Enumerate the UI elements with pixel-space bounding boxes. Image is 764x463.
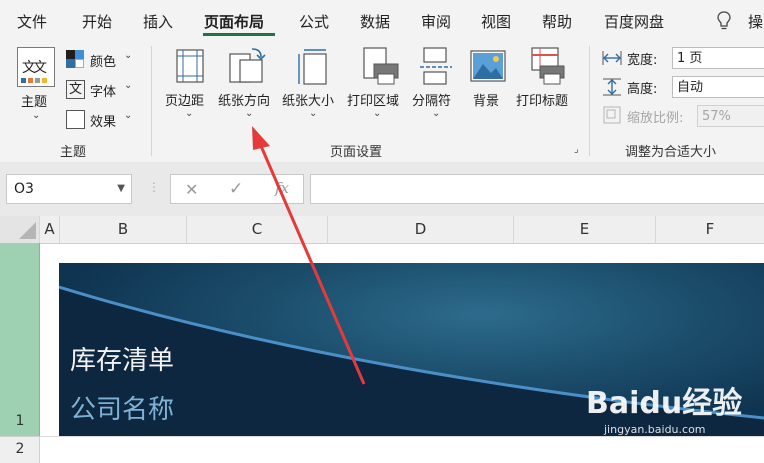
formula-buttons: ✕ ✓ fx [170, 174, 304, 204]
column-header-d[interactable]: D [328, 216, 514, 243]
orientation-icon[interactable] [228, 46, 268, 86]
orientation-chevron-down-icon[interactable]: ⌄ [245, 108, 253, 119]
tab-help[interactable]: 帮助 [542, 11, 572, 32]
fonts-icon[interactable]: 文 [66, 80, 85, 99]
name-box[interactable]: O3 ▼ [6, 174, 132, 204]
breaks-chevron-down-icon[interactable]: ⌄ [432, 108, 440, 119]
formula-bar: O3 ▼ ⋮ ✕ ✓ fx [0, 162, 764, 216]
fonts-button[interactable]: 字体 [90, 81, 116, 100]
tab-formulas[interactable]: 公式 [299, 11, 329, 32]
tab-home[interactable]: 开始 [82, 11, 112, 32]
colors-button[interactable]: 颜色 [90, 51, 116, 70]
height-label: 高度: [627, 82, 658, 97]
scale-input[interactable]: 57% [697, 105, 764, 127]
column-header-e[interactable]: E [514, 216, 656, 243]
background-icon[interactable] [470, 50, 506, 82]
margins-icon[interactable] [175, 48, 205, 84]
cancel-icon[interactable]: ✕ [185, 180, 198, 199]
width-arrows-icon [602, 51, 622, 65]
column-header-b[interactable]: B [60, 216, 187, 243]
formula-input[interactable] [310, 174, 764, 204]
paper-size-chevron-down-icon[interactable]: ⌄ [309, 108, 317, 119]
column-headers: A B C D E F [0, 216, 764, 244]
fonts-chevron-down-icon[interactable]: ⌄ [124, 80, 132, 91]
column-header-a[interactable]: A [40, 216, 60, 243]
baidu-watermark: Baidu经验 [586, 386, 743, 421]
scale-to-fit-group-label: 调整为合适大小 [625, 145, 717, 160]
insert-function-icon[interactable]: fx [275, 179, 289, 197]
page-setup-dialog-launcher-icon[interactable]: ⌟ [574, 144, 579, 155]
breaks-icon[interactable] [420, 46, 452, 86]
banner-title: 库存清单 [70, 346, 175, 376]
print-area-icon[interactable] [360, 46, 400, 86]
select-all-triangle-icon [19, 222, 36, 239]
name-box-value: O3 [14, 181, 34, 197]
lightbulb-icon[interactable] [716, 10, 732, 32]
row-number: 1 [15, 413, 25, 429]
themes-chevron-down-icon[interactable]: ⌄ [32, 110, 40, 121]
paper-size-icon[interactable] [296, 48, 330, 86]
effects-chevron-down-icon[interactable]: ⌄ [124, 110, 132, 121]
margins-button[interactable]: 页边距 [165, 90, 204, 109]
row-number: 2 [15, 441, 25, 457]
active-tab-indicator [203, 33, 275, 36]
ribbon-tabs-bar: 文件 开始 插入 页面布局 公式 数据 审阅 视图 帮助 百度网盘 操 [0, 0, 764, 40]
width-select[interactable]: 1 页 [672, 47, 764, 69]
scale-label: 缩放比例: [627, 111, 684, 126]
select-all-corner[interactable] [0, 216, 40, 243]
tab-file[interactable]: 文件 [17, 11, 47, 32]
group-divider [589, 46, 590, 156]
banner-image[interactable]: 库存清单 公司名称 Baidu经验 jingyan.baidu.com [59, 263, 764, 436]
width-label: 宽度: [627, 53, 658, 68]
tab-data[interactable]: 数据 [360, 11, 390, 32]
name-box-dropdown-icon[interactable]: ▼ [117, 175, 125, 203]
theme-group-label: 主题 [60, 145, 87, 160]
row-header-2[interactable]: 2 [0, 436, 40, 463]
print-area-button[interactable]: 打印区域 [347, 90, 399, 109]
print-titles-icon[interactable] [528, 46, 566, 86]
page-setup-group-label: 页面设置 [330, 145, 383, 160]
themes-icon[interactable]: 文文 [17, 47, 55, 87]
effects-button[interactable]: 效果 [90, 111, 116, 130]
column-header-c[interactable]: C [187, 216, 328, 243]
colors-icon[interactable] [66, 50, 84, 68]
tab-review[interactable]: 审阅 [421, 11, 451, 32]
effects-icon[interactable] [66, 110, 85, 129]
orientation-button[interactable]: 纸张方向 [218, 90, 270, 109]
tab-page-layout[interactable]: 页面布局 [204, 11, 264, 32]
background-button[interactable]: 背景 [473, 90, 499, 109]
print-titles-button[interactable]: 打印标题 [516, 90, 568, 109]
enter-check-icon[interactable]: ✓ [229, 179, 243, 199]
tab-insert[interactable]: 插入 [143, 11, 173, 32]
margins-chevron-down-icon[interactable]: ⌄ [185, 108, 193, 119]
group-divider [151, 46, 152, 156]
ribbon: 文文 主题 ⌄ 颜色 ⌄ 文 字体 ⌄ 效果 ⌄ 主题 页边距 ⌄ 纸张方向 ⌄ [0, 40, 764, 163]
themes-button[interactable]: 主题 [21, 91, 47, 110]
banner-subtitle: 公司名称 [70, 395, 175, 425]
baidu-watermark-url: jingyan.baidu.com [604, 423, 706, 436]
column-header-f[interactable]: F [656, 216, 764, 243]
formula-bar-grip-icon: ⋮ [148, 180, 160, 194]
row-header-1[interactable]: 1 [0, 243, 40, 436]
paper-size-button[interactable]: 纸张大小 [282, 90, 334, 109]
height-select[interactable]: 自动 [672, 76, 764, 98]
print-area-chevron-down-icon[interactable]: ⌄ [373, 108, 381, 119]
height-arrows-icon [603, 78, 621, 96]
colors-chevron-down-icon[interactable]: ⌄ [124, 50, 132, 61]
tab-operate-partial[interactable]: 操 [748, 11, 763, 32]
tab-view[interactable]: 视图 [481, 11, 511, 32]
tab-baidu-netdisk[interactable]: 百度网盘 [604, 11, 664, 32]
scale-icon [603, 106, 621, 124]
breaks-button[interactable]: 分隔符 [412, 90, 451, 109]
row-gridline [40, 436, 764, 437]
